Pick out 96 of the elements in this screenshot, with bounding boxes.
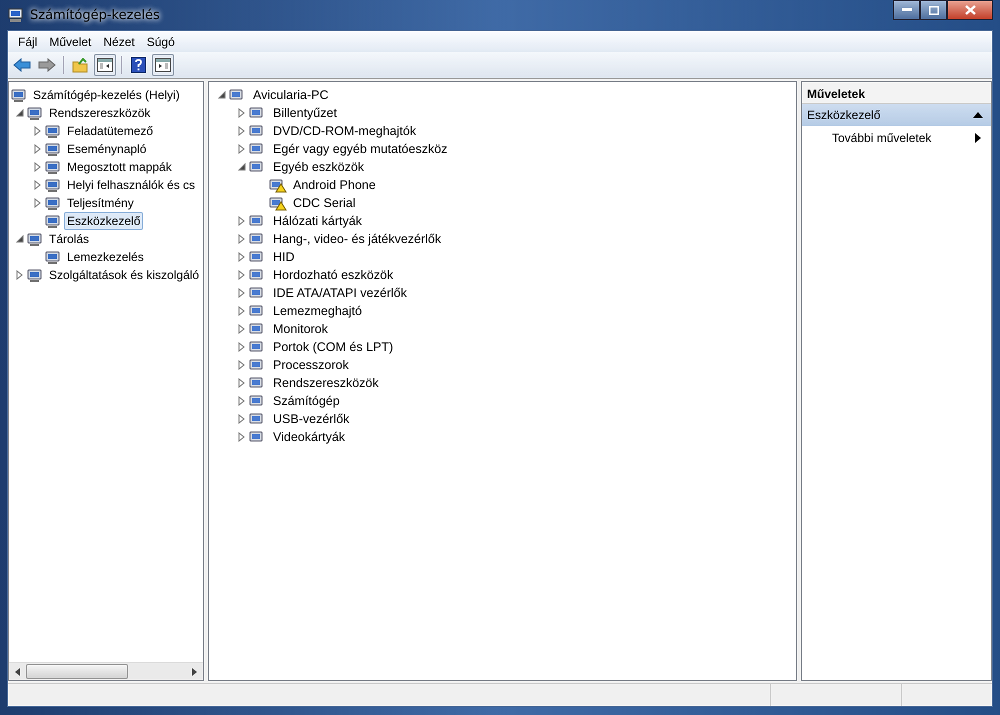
expand-toggle-icon[interactable] <box>237 288 247 298</box>
menu-item[interactable]: Súgó <box>140 34 181 48</box>
device-item[interactable]: Rendszereszközök <box>270 374 382 392</box>
horizontal-scrollbar[interactable] <box>9 662 203 680</box>
minimize-button[interactable] <box>893 0 920 20</box>
expand-toggle-icon[interactable] <box>237 378 247 388</box>
expand-toggle-icon[interactable] <box>237 360 247 370</box>
expand-toggle-icon[interactable] <box>237 306 247 316</box>
computer-icon <box>8 7 24 23</box>
device-item[interactable]: Hordozható eszközök <box>270 266 396 284</box>
node-icon <box>45 123 61 139</box>
back-arrow-icon <box>13 58 31 72</box>
tree-item[interactable]: Helyi felhasználók és cs <box>64 176 198 194</box>
device-item[interactable]: Egyéb eszközök <box>270 158 368 176</box>
collapse-icon <box>973 112 983 118</box>
device-item[interactable]: Számítógép <box>270 392 343 410</box>
tree-item[interactable]: Megosztott mappák <box>64 158 175 176</box>
device-item[interactable]: Billentyűzet <box>270 104 340 122</box>
device-item[interactable]: CDC Serial <box>290 194 359 212</box>
expand-toggle-icon[interactable] <box>33 126 43 136</box>
node-icon <box>45 249 61 265</box>
expand-toggle-icon[interactable] <box>237 126 247 136</box>
maximize-button[interactable] <box>920 0 947 20</box>
pane-icon <box>155 58 171 72</box>
expand-toggle-icon[interactable] <box>237 324 247 334</box>
device-item[interactable]: Portok (COM és LPT) <box>270 338 396 356</box>
device-item[interactable]: Monitorok <box>270 320 331 338</box>
node-icon <box>27 267 43 283</box>
menu-item[interactable]: Nézet <box>97 34 141 48</box>
menu-item[interactable]: Művelet <box>43 34 98 48</box>
expand-toggle-icon[interactable] <box>237 396 247 406</box>
show-action-pane-button[interactable] <box>152 54 174 76</box>
submenu-arrow-icon <box>975 133 981 143</box>
node-icon <box>11 87 27 103</box>
node-icon <box>45 195 61 211</box>
expand-toggle-icon[interactable] <box>33 162 43 172</box>
tree-item[interactable]: Teljesítmény <box>64 194 137 212</box>
expand-toggle-icon[interactable] <box>33 180 43 190</box>
tree-item[interactable]: Tárolás <box>46 230 92 248</box>
actions-section[interactable]: Eszközkezelő <box>802 104 991 126</box>
expand-toggle-icon[interactable] <box>33 198 43 208</box>
expand-toggle-icon[interactable] <box>217 90 227 100</box>
help-icon <box>130 57 146 73</box>
menu-item[interactable]: Fájl <box>12 34 44 48</box>
expand-toggle-icon[interactable] <box>15 108 25 118</box>
action-item[interactable]: További műveletek <box>802 126 991 150</box>
device-item[interactable]: USB-vezérlők <box>270 410 352 428</box>
device-item[interactable]: Hálózati kártyák <box>270 212 365 230</box>
node-icon <box>45 159 61 175</box>
tree-item[interactable]: Feladatütemező <box>64 122 156 140</box>
expand-toggle-icon[interactable] <box>237 162 247 172</box>
node-icon <box>45 177 61 193</box>
device-item[interactable]: HID <box>270 248 298 266</box>
device-item[interactable]: Avicularia-PC <box>250 86 332 104</box>
expand-toggle-icon[interactable] <box>237 252 247 262</box>
device-item[interactable]: Videokártyák <box>270 428 348 446</box>
expand-toggle-icon[interactable] <box>237 144 247 154</box>
expand-toggle-icon[interactable] <box>237 414 247 424</box>
device-item[interactable]: Processzorok <box>270 356 352 374</box>
device-item[interactable]: Android Phone <box>290 176 379 194</box>
device-item[interactable]: IDE ATA/ATAPI vezérlők <box>270 284 410 302</box>
maximize-icon <box>928 6 938 14</box>
tree-item[interactable]: Lemezkezelés <box>64 248 147 266</box>
tree-item[interactable]: Számítógép-kezelés (Helyi) <box>30 86 183 104</box>
folder-icon <box>72 58 88 72</box>
tree-item[interactable]: Eszközkezelő <box>64 212 144 230</box>
show-tree-button[interactable] <box>94 54 116 76</box>
close-button[interactable] <box>947 0 993 20</box>
expand-toggle-icon[interactable] <box>237 432 247 442</box>
node-icon <box>45 141 61 157</box>
window-title: Számítógép-kezelés <box>30 8 160 22</box>
expand-toggle-icon[interactable] <box>237 342 247 352</box>
node-icon <box>27 105 43 121</box>
expand-toggle-icon[interactable] <box>237 234 247 244</box>
expand-toggle-icon[interactable] <box>15 270 25 280</box>
tree-item[interactable]: Rendszereszközök <box>46 104 154 122</box>
expand-toggle-icon[interactable] <box>237 270 247 280</box>
device-item[interactable]: Egér vagy egyéb mutatóeszköz <box>270 140 450 158</box>
expand-toggle-icon[interactable] <box>15 234 25 244</box>
pane-icon <box>97 58 113 72</box>
expand-toggle-icon[interactable] <box>33 144 43 154</box>
minimize-icon <box>902 8 912 12</box>
actions-header: Műveletek <box>802 82 991 104</box>
tree-item[interactable]: Szolgáltatások és kiszolgáló <box>46 266 202 284</box>
scroll-right-icon[interactable] <box>192 668 197 676</box>
node-icon <box>27 231 43 247</box>
expand-toggle-icon[interactable] <box>237 216 247 226</box>
device-item[interactable]: Hang-, video- és játékvezérlők <box>270 230 444 248</box>
device-item[interactable]: Lemezmeghajtó <box>270 302 365 320</box>
forward-arrow-icon <box>38 58 56 72</box>
tree-item[interactable]: Eseménynapló <box>64 140 150 158</box>
node-icon <box>45 213 61 229</box>
scroll-left-icon[interactable] <box>15 668 20 676</box>
device-item[interactable]: DVD/CD-ROM-meghajtók <box>270 122 420 140</box>
close-icon <box>964 5 976 15</box>
expand-toggle-icon[interactable] <box>237 108 247 118</box>
